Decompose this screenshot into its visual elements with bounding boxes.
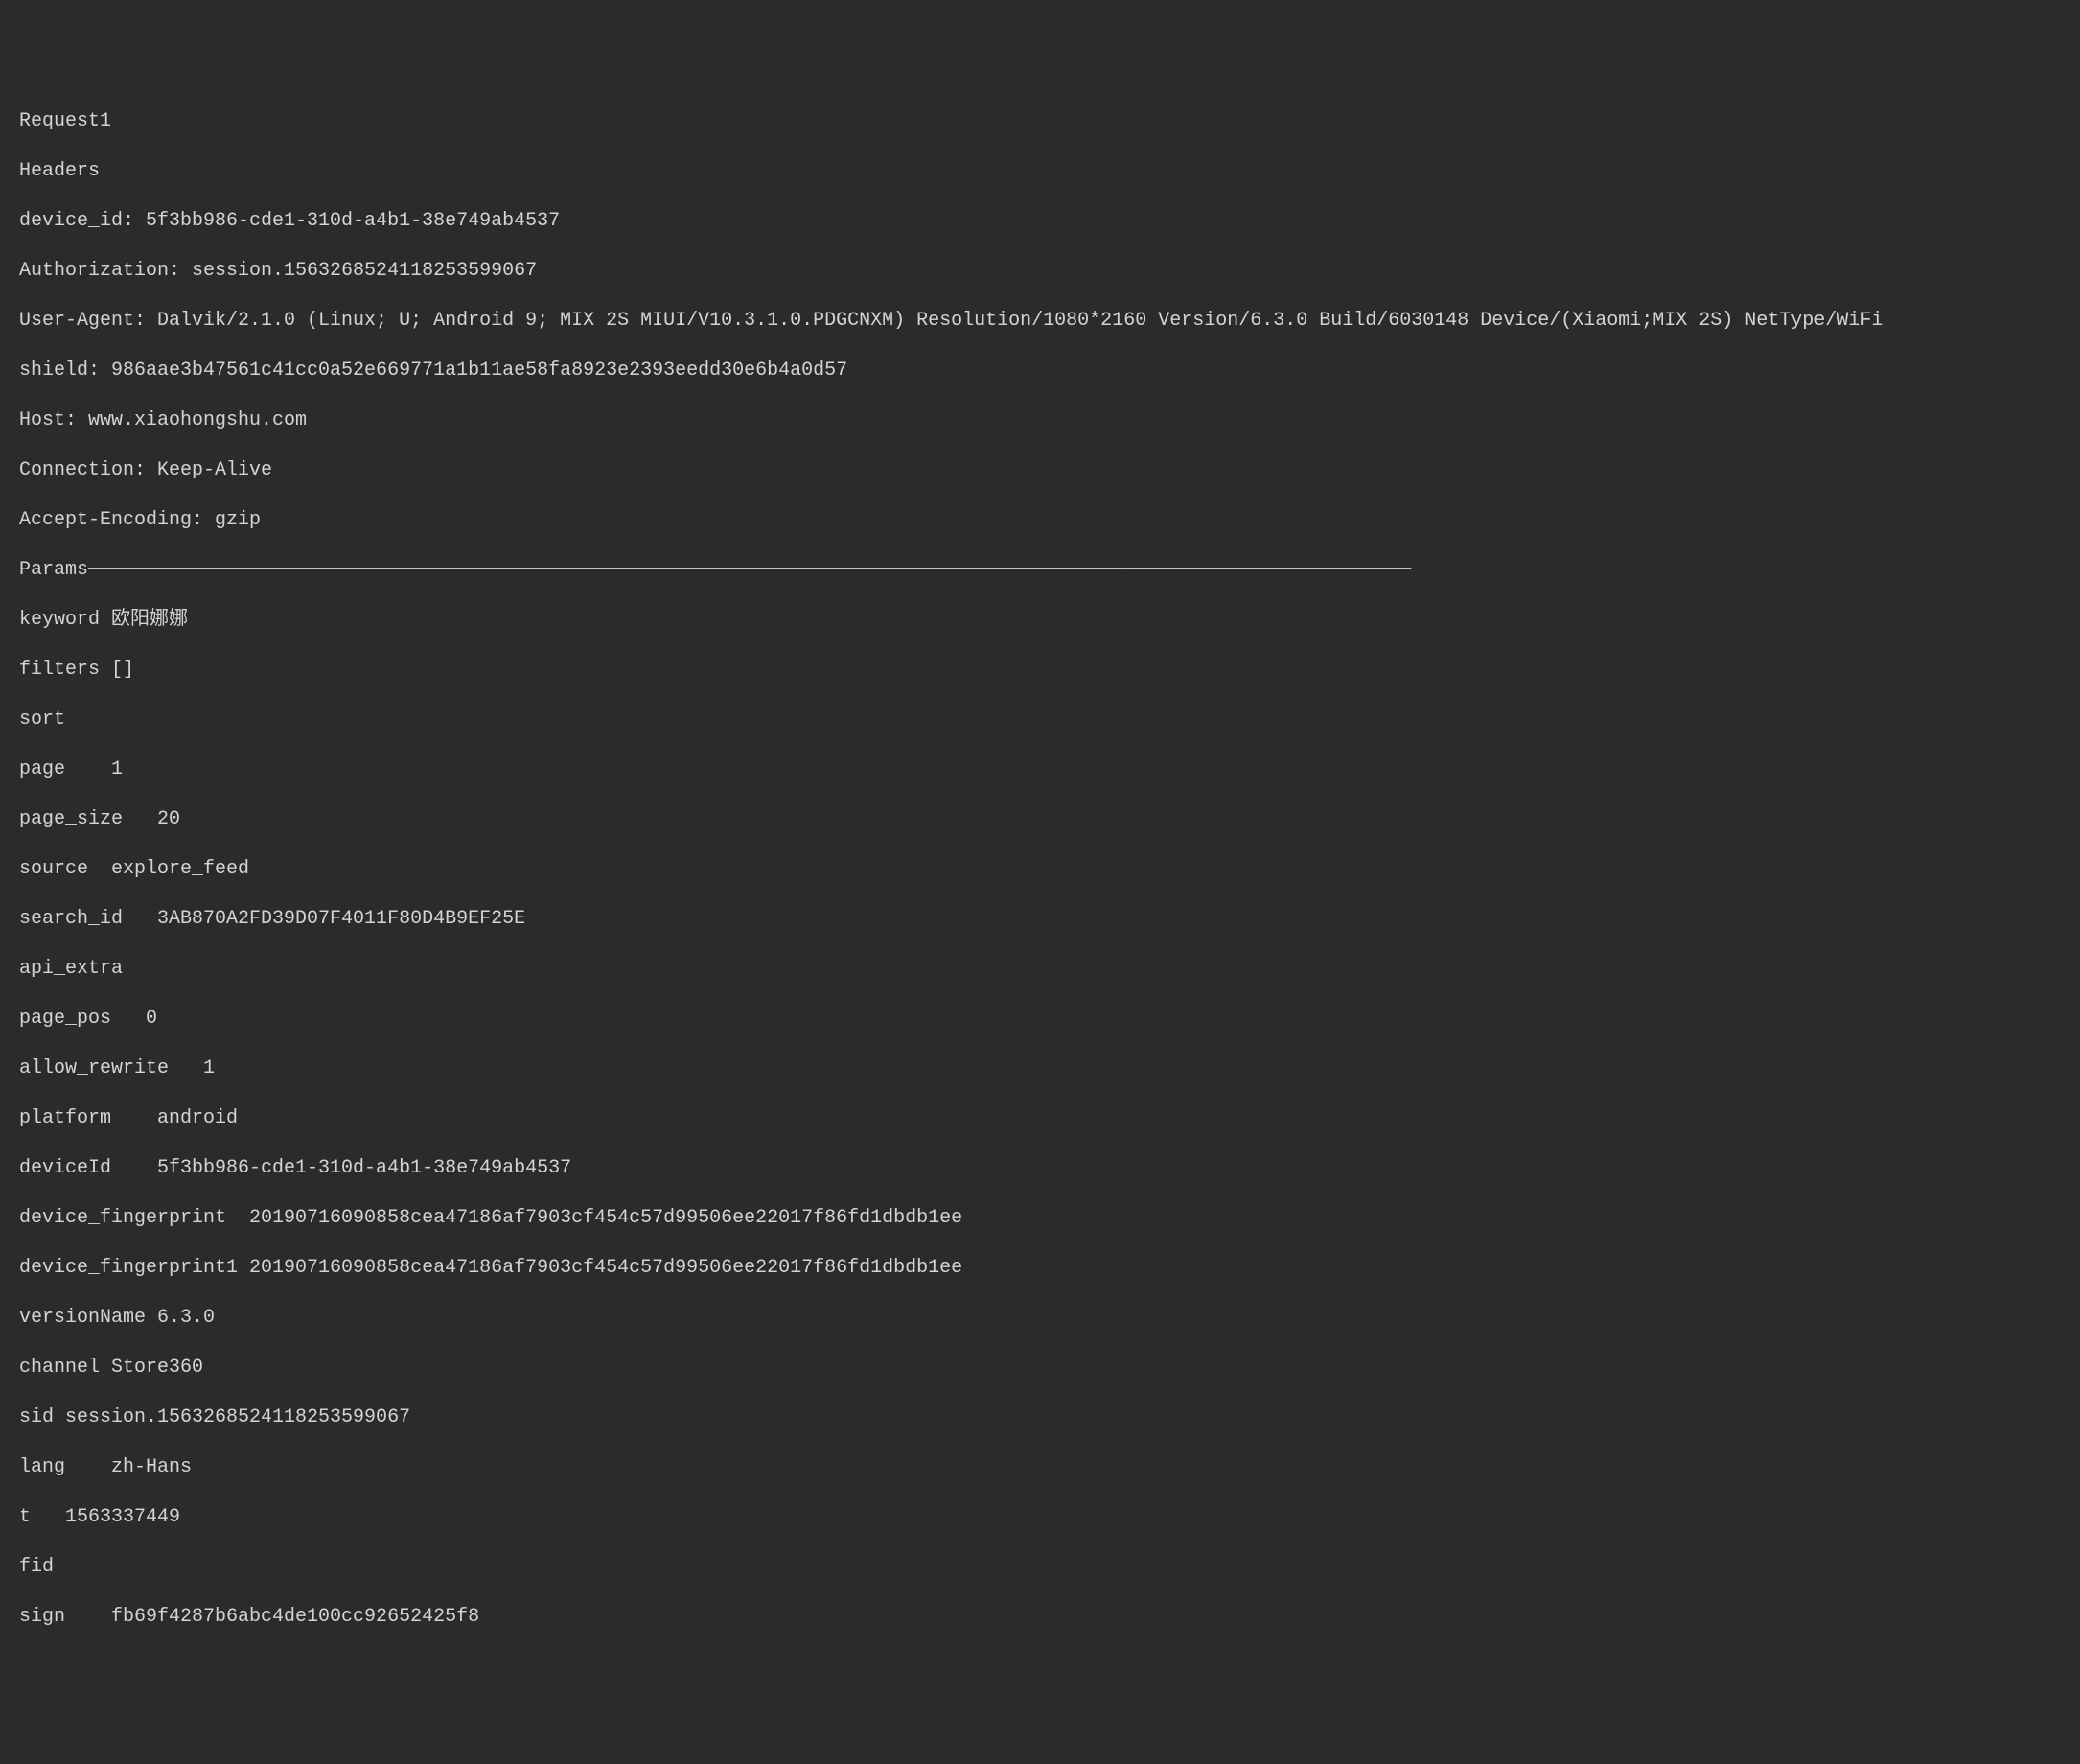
header-host: Host: www.xiaohongshu.com: [19, 408, 2061, 433]
request-title: Request1: [19, 109, 2061, 134]
param-page-pos: page_pos 0: [19, 1007, 2061, 1032]
header-connection: Connection: Keep-Alive: [19, 458, 2061, 483]
param-lang: lang zh-Hans: [19, 1455, 2061, 1480]
param-device-fingerprint1: device_fingerprint1 20190716090858cea471…: [19, 1256, 2061, 1281]
headers-label: Headers: [19, 159, 2061, 184]
param-version-name: versionName 6.3.0: [19, 1306, 2061, 1331]
param-device-fingerprint: device_fingerprint 20190716090858cea4718…: [19, 1206, 2061, 1231]
param-sign: sign fb69f4287b6abc4de100cc92652425f8: [19, 1605, 2061, 1630]
param-source: source explore_feed: [19, 857, 2061, 882]
param-channel: channel Store360: [19, 1356, 2061, 1381]
param-t: t 1563337449: [19, 1505, 2061, 1530]
header-user-agent: User-Agent: Dalvik/2.1.0 (Linux; U; Andr…: [19, 309, 2061, 334]
header-device-id: device_id: 5f3bb986-cde1-310d-a4b1-38e74…: [19, 209, 2061, 234]
header-shield: shield: 986aae3b47561c41cc0a52e669771a1b…: [19, 359, 2061, 383]
param-platform: platform android: [19, 1106, 2061, 1131]
param-sid: sid session.1563268524118253599067: [19, 1405, 2061, 1430]
param-search-id: search_id 3AB870A2FD39D07F4011F80D4B9EF2…: [19, 907, 2061, 932]
param-device-id: deviceId 5f3bb986-cde1-310d-a4b1-38e749a…: [19, 1156, 2061, 1181]
header-accept-encoding: Accept-Encoding: gzip: [19, 508, 2061, 533]
param-filters: filters []: [19, 658, 2061, 683]
param-fid: fid: [19, 1555, 2061, 1580]
param-allow-rewrite: allow_rewrite 1: [19, 1056, 2061, 1081]
param-keyword: keyword 欧阳娜娜: [19, 608, 2061, 633]
params-label: Params──────────────────────────────────…: [19, 558, 2061, 583]
param-sort: sort: [19, 708, 2061, 732]
param-page: page 1: [19, 757, 2061, 782]
header-authorization: Authorization: session.15632685241182535…: [19, 259, 2061, 284]
param-api-extra: api_extra: [19, 957, 2061, 982]
param-page-size: page_size 20: [19, 807, 2061, 832]
